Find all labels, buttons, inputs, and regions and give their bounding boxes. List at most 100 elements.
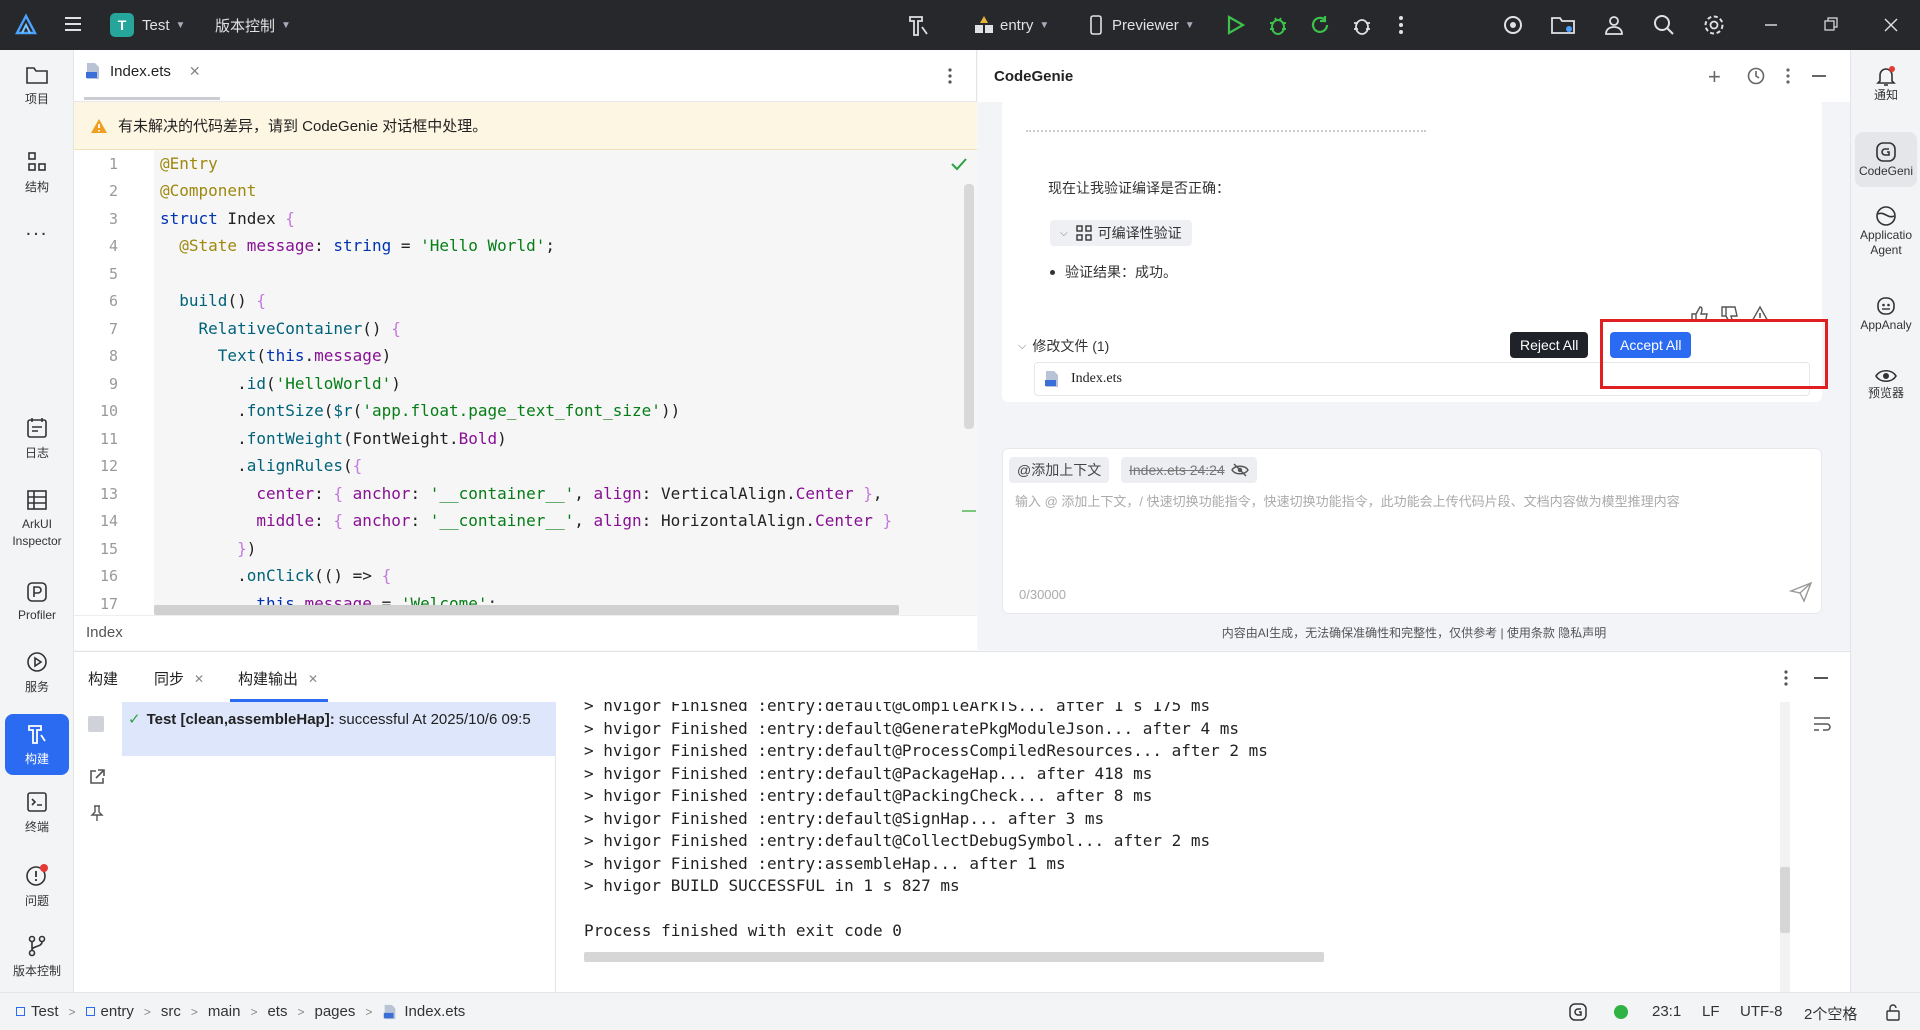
tool-codegenie-label: CodeGeni [1858,164,1914,178]
tool-arkui-inspector[interactable]: ArkUI Inspector [5,488,69,550]
run-config-selector[interactable]: entry ▼ [972,13,1049,37]
code-area[interactable]: @Entry @Component struct Index { @State … [154,150,1034,615]
build-tab-sync[interactable]: 同步 ✕ [154,668,204,689]
tool-application-agent[interactable]: Applicatio Agent [1855,204,1917,258]
minimize-panel-icon[interactable] [1812,75,1826,77]
stop-icon[interactable] [88,716,104,732]
send-icon[interactable] [1789,581,1813,603]
modified-files-toggle[interactable]: ⌵ 修改文件 (1) [1018,336,1109,356]
add-context-chip[interactable]: @添加上下文 [1009,457,1110,483]
horizontal-scrollbar[interactable] [154,605,899,615]
app-logo-icon[interactable] [14,13,38,37]
open-external-icon[interactable] [88,768,106,786]
code-line: .fontSize($r('app.float.page_text_font_s… [160,401,681,420]
main-menu-icon[interactable] [62,13,84,35]
reject-all-button[interactable]: Reject All [1510,332,1589,358]
settings-gear-icon[interactable] [1702,13,1726,37]
breadcrumb-item[interactable]: pages [314,1003,355,1020]
breadcrumb-item[interactable]: src [161,1003,181,1020]
tool-notifications[interactable]: 通知 [1855,64,1917,103]
previewer-selector[interactable]: Previewer ▼ [1086,13,1195,37]
line-number: 1 [108,155,118,173]
build-tab-build[interactable]: 构建 [88,668,118,689]
minimize-icon[interactable] [1764,13,1778,37]
codegenie-status-icon[interactable] [1568,1002,1588,1022]
tool-terminal[interactable]: 终端 [5,790,69,835]
tool-services[interactable]: 服务 [5,650,69,695]
run-icon[interactable] [1224,13,1246,37]
title-bar: T Test ▼ 版本控制 ▼ entry ▼ Previewer ▼ [0,0,1920,50]
code-editor-panel: Index.ets ✕ 有未解决的代码差异，请到 CodeGenie 对话框中处… [74,50,1034,650]
debug-icon[interactable] [1266,13,1290,37]
breadcrumb-item[interactable]: ets [267,1003,287,1020]
file-encoding[interactable]: UTF-8 [1740,1003,1783,1020]
close-tab-icon[interactable]: ✕ [194,672,204,686]
build-output-console[interactable]: > hvigor Finished :entry:default@Compile… [570,702,1792,993]
close-tab-icon[interactable]: ✕ [308,672,318,686]
tool-appanalyzer[interactable]: AppAnaly [1855,294,1917,333]
breadcrumb-item[interactable]: entry [101,1003,134,1020]
project-switcher[interactable]: T Test ▼ [110,13,185,37]
ets-file-icon [1045,371,1058,387]
line-separator[interactable]: LF [1702,1003,1720,1020]
tool-problems[interactable]: 问题 [5,862,69,909]
more-vertical-icon[interactable] [1784,66,1792,86]
more-vertical-icon[interactable] [1396,13,1406,37]
build-tab-label: 同步 [154,671,185,688]
vertical-scrollbar[interactable] [1780,867,1790,933]
tool-project[interactable]: 项目 [5,64,69,107]
add-icon[interactable]: + [1708,64,1721,90]
chevron-right-icon: > [190,1004,198,1019]
build-tab-output[interactable]: 构建输出 ✕ [238,668,318,689]
attach-debugger-icon[interactable] [1350,13,1374,37]
line-number: 17 [99,595,118,613]
result-bullet: 验证结果：成功。 [1050,262,1177,282]
more-vertical-icon[interactable] [1782,668,1790,688]
restore-icon[interactable] [1824,13,1838,37]
code-line: RelativeContainer() { [198,319,401,338]
tool-log-label: 日志 [24,446,49,460]
close-window-icon[interactable] [1884,13,1898,37]
console-line: > hvigor Finished :entry:default@Compile… [584,702,1211,715]
tool-more[interactable]: ... [5,218,69,241]
editor-tab-index-ets[interactable]: Index.ets ✕ [84,62,201,80]
status-ok-indicator[interactable] [1614,1005,1628,1019]
tool-build[interactable]: 构建 [5,714,69,775]
problems-icon [26,864,48,886]
project-folder-icon[interactable] [1550,13,1576,37]
tool-log[interactable]: 日志 [5,416,69,461]
indent-setting[interactable]: 2个空格 [1804,1003,1857,1024]
tool-previewer-label: 预览器 [1867,386,1904,400]
tool-previewer[interactable]: 预览器 [1855,366,1917,401]
minimize-panel-icon[interactable] [1814,677,1828,679]
tool-profiler[interactable]: Profiler [5,580,69,622]
history-icon[interactable] [1746,66,1766,86]
device-manager-icon[interactable] [1501,13,1525,37]
account-icon[interactable] [1602,13,1626,37]
vcs-menu[interactable]: 版本控制 ▼ [215,15,291,36]
pin-icon[interactable] [88,804,106,822]
breadcrumb-item[interactable]: Test [31,1003,59,1020]
compile-check-toggle[interactable]: ⌵ 可编译性验证 [1050,220,1192,246]
tool-codegenie[interactable]: CodeGeni [1855,132,1917,187]
editor-options-icon[interactable] [946,66,954,91]
tool-structure[interactable]: 结构 [5,150,69,195]
search-icon[interactable] [1652,13,1676,37]
reload-run-icon[interactable] [1308,13,1332,37]
vertical-scrollbar[interactable] [964,184,974,429]
soft-wrap-icon[interactable] [1812,716,1832,732]
project-name: Test [142,16,170,34]
build-hammer-icon[interactable] [906,13,932,39]
breadcrumb-item[interactable]: Index.ets [404,1003,465,1020]
build-task-row[interactable]: ✓ Test [clean,assembleHap]: successful At… [122,702,556,756]
close-tab-icon[interactable]: ✕ [189,63,201,80]
breadcrumb-item[interactable]: main [208,1003,241,1020]
tool-vcs[interactable]: 版本控制 [5,934,69,979]
lock-icon[interactable] [1884,1003,1902,1021]
chat-input-placeholder[interactable]: 输入 @ 添加上下文，/ 快速切换功能指令，快速切换功能指令，此功能会上传代码片… [1015,491,1815,510]
bullet-dot [1050,269,1055,275]
horizontal-scrollbar[interactable] [584,952,1324,962]
cursor-position[interactable]: 23:1 [1652,1003,1681,1020]
context-file-chip[interactable]: Index.ets 24:24 [1121,457,1257,483]
appanalyzer-icon [1877,297,1895,315]
